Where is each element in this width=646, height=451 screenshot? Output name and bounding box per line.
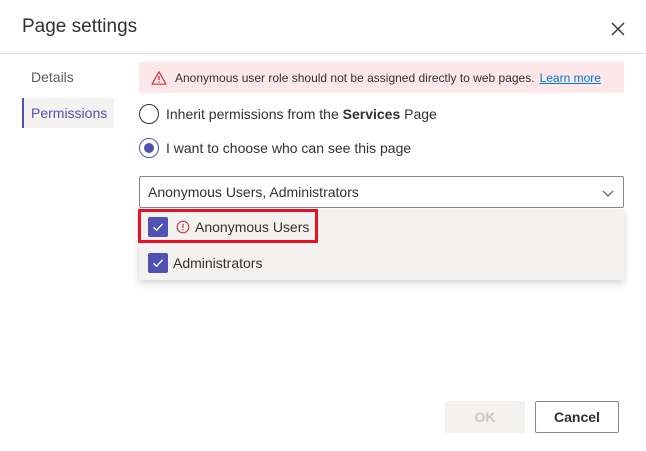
inherit-permissions-option[interactable]: Inherit permissions from the Services Pa… — [139, 104, 437, 124]
cancel-button[interactable]: Cancel — [535, 401, 619, 433]
dialog-header: Page settings — [0, 0, 646, 54]
roles-dropdown-value: Anonymous Users, Administrators — [148, 184, 359, 200]
inherit-page-name: Services — [342, 106, 401, 122]
nav-item-details[interactable]: Details — [22, 62, 122, 92]
chevron-down-icon — [602, 190, 614, 197]
warning-banner: Anonymous user role should not be assign… — [139, 62, 624, 93]
settings-nav: Details Permissions — [22, 62, 122, 134]
roles-dropdown-list: Anonymous Users Administrators — [139, 209, 624, 280]
ok-button[interactable]: OK — [445, 401, 525, 433]
warning-text: Anonymous user role should not be assign… — [175, 70, 535, 85]
administrators-checkbox[interactable] — [148, 252, 168, 273]
close-icon — [611, 22, 625, 36]
choose-radio[interactable] — [139, 138, 159, 158]
inherit-label-prefix: Inherit permissions from the — [166, 106, 339, 122]
inherit-radio[interactable] — [139, 104, 159, 124]
role-option-administrators[interactable]: Administrators — [139, 245, 624, 280]
choose-label: I want to choose who can see this page — [166, 140, 412, 156]
inherit-label-suffix: Page — [404, 106, 437, 122]
close-button[interactable] — [605, 16, 631, 42]
checkmark-icon — [153, 258, 164, 267]
anonymous-users-checkbox[interactable] — [148, 216, 168, 237]
error-icon — [176, 220, 190, 233]
role-option-label: Administrators — [173, 254, 263, 271]
nav-item-permissions[interactable]: Permissions — [22, 98, 114, 128]
choose-permissions-option[interactable]: I want to choose who can see this page — [139, 138, 411, 158]
role-option-label: Anonymous Users — [195, 218, 310, 235]
roles-dropdown[interactable]: Anonymous Users, Administrators — [139, 176, 624, 208]
learn-more-link[interactable]: Learn more — [540, 71, 601, 85]
role-option-anonymous-users[interactable]: Anonymous Users — [139, 209, 624, 244]
dialog-title: Page settings — [22, 16, 138, 37]
warning-triangle-icon — [151, 70, 167, 85]
checkmark-icon — [153, 222, 164, 231]
